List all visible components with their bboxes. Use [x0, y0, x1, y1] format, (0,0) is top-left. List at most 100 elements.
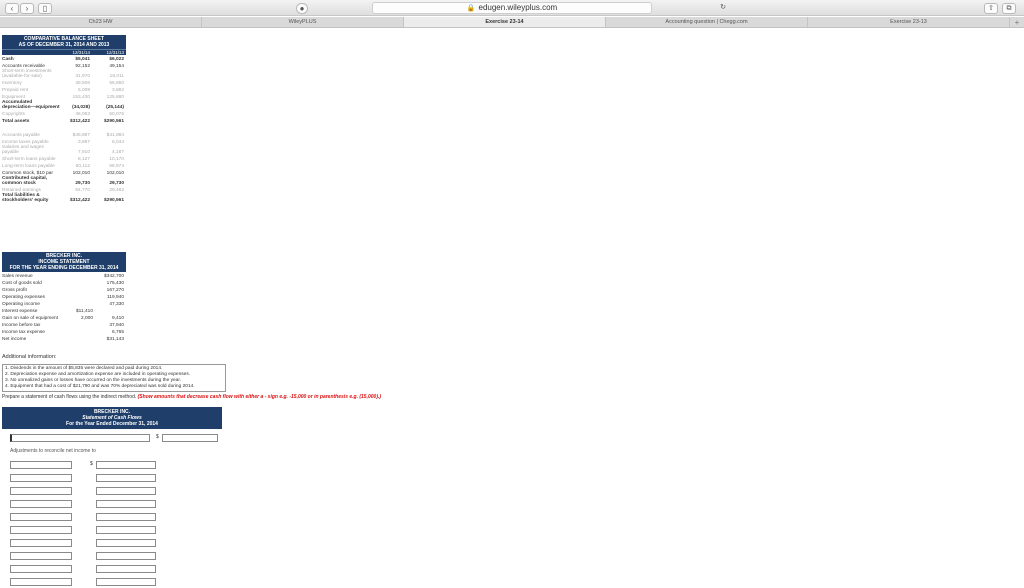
new-tab-button[interactable]: +: [1010, 17, 1024, 27]
cf-line-select[interactable]: [10, 434, 150, 442]
cf-row: [2, 473, 222, 484]
cf-row: [2, 577, 222, 588]
cf-amount-input[interactable]: [96, 565, 156, 573]
cf-amount-input[interactable]: [96, 500, 156, 508]
value-outer: 119,940: [107, 295, 124, 300]
income-statement-header: BRECKER INC. INCOME STATEMENT FOR THE YE…: [2, 252, 126, 272]
row-label: Copyrights: [2, 112, 25, 117]
back-button[interactable]: ‹: [5, 3, 19, 14]
cf-amount-input[interactable]: [96, 578, 156, 586]
value-2013: 125,880: [106, 95, 124, 100]
cf-row: [2, 564, 222, 575]
value-2013: $41,984: [106, 133, 124, 138]
cf-line-select[interactable]: [10, 565, 72, 573]
forward-button[interactable]: ›: [20, 3, 34, 14]
value-2014: 39,506: [75, 81, 90, 86]
row-label: Cost of goods sold: [2, 281, 42, 286]
row-label: Operating expenses: [2, 295, 45, 300]
value-2013: 102,010: [106, 171, 124, 176]
cf-line-select[interactable]: [10, 552, 72, 560]
cf-amount-input[interactable]: [96, 474, 156, 482]
value-2014: 5,009: [77, 88, 90, 93]
row-label: Cash: [2, 57, 14, 62]
row-label: Total assets: [2, 119, 30, 124]
cf-amount-input[interactable]: [96, 552, 156, 560]
value-2014: 46,053: [75, 112, 90, 117]
tab-label: Ch23 HW: [88, 19, 113, 25]
dollar-sign: $: [90, 461, 93, 467]
tabs-overview-icon[interactable]: ⧉: [1002, 3, 1016, 14]
cf-line-select[interactable]: [10, 578, 72, 586]
value-2014: 31,970: [75, 74, 90, 79]
row-label: Contributed capital, common stock: [2, 176, 48, 186]
balance-sheet-row: Common stock, $10 par 102,010 102,010: [2, 169, 126, 176]
address-bar[interactable]: 🔒 edugen.wileyplus.com: [372, 2, 652, 14]
row-label: Salaries and wages payable: [2, 145, 44, 155]
income-statement-row: Cost of goods sold 175,430: [2, 279, 126, 286]
value-2013: $290,561: [103, 198, 124, 203]
cf-line-select[interactable]: [10, 474, 72, 482]
value-2013: (25,144): [106, 105, 124, 110]
cf-amount-input[interactable]: [96, 526, 156, 534]
sidebar-button[interactable]: ▯: [38, 3, 52, 14]
cf-row: [2, 525, 222, 536]
tab-ch23-hw[interactable]: Ch23 HW: [0, 17, 202, 27]
row-label: Long-term loans payable: [2, 164, 55, 169]
value-outer: 167,270: [106, 288, 124, 293]
value-inner: 2,000: [80, 316, 93, 321]
tab-bar: Ch23 HW WileyPLUS Exercise 23-14 Account…: [0, 17, 1024, 28]
cf-line-select[interactable]: [10, 461, 72, 469]
cf-row: $: [2, 431, 222, 445]
value-2013: 10,170: [109, 157, 124, 162]
page-content: COMPARATIVE BALANCE SHEET AS OF DECEMBER…: [0, 29, 1024, 586]
value-2013: 50,076: [109, 112, 124, 117]
tab-chegg[interactable]: Accounting question | Chegg.com: [606, 17, 808, 27]
value-2014: 8,127: [77, 157, 90, 162]
cf-row: [2, 486, 222, 497]
reload-icon[interactable]: ↻: [716, 3, 730, 14]
balance-sheet-table: COMPARATIVE BALANCE SHEET AS OF DECEMBER…: [2, 35, 126, 203]
cf-amount-input[interactable]: [96, 461, 156, 469]
balance-sheet-row: Total assets $312,422 $290,561: [2, 117, 126, 124]
row-label: Interest expense: [2, 309, 38, 314]
balance-sheet-row: Short-term investments (available-for-sa…: [2, 69, 126, 79]
income-statement-rows: Sales revenue $342,700 Cost of goods sold 1…: [2, 272, 126, 342]
cf-line-select[interactable]: [10, 526, 72, 534]
cf-row: [2, 551, 222, 562]
instructions: Prepare a statement of cash flows using …: [2, 394, 381, 400]
balance-sheet-rows: Cash $5,041 $6,022 Accounts receivable 92,15…: [2, 55, 126, 203]
share-icon[interactable]: ⇧: [984, 3, 998, 14]
instructions-text: Prepare a statement of cash flows using …: [2, 394, 137, 400]
cf-amount-input[interactable]: [96, 539, 156, 547]
additional-info-notes: 1. Dividends in the amount of $5,835 wer…: [2, 364, 226, 392]
tab-exercise-23-14[interactable]: Exercise 23-14: [404, 17, 606, 27]
balance-sheet-row: Cash $5,041 $6,022: [2, 55, 126, 62]
cf-amount-input[interactable]: [96, 487, 156, 495]
balance-sheet-row: Total liabilities & stockholders' equity…: [2, 193, 126, 203]
row-label: Total liabilities & stockholders' equity: [2, 193, 49, 203]
balance-sheet-row: Equipment 153,430 125,880: [2, 93, 126, 100]
row-label: Income before tax: [2, 323, 41, 328]
value-2014: 3,867: [77, 140, 90, 145]
tab-wileyplus[interactable]: WileyPLUS: [202, 17, 404, 27]
income-statement-row: Net income $31,143: [2, 335, 126, 342]
cf-line-select[interactable]: [10, 487, 72, 495]
tab-exercise-23-13[interactable]: Exercise 23-13: [808, 17, 1010, 27]
row-label: Income tax expense: [2, 330, 45, 335]
cash-flow-header: BRECKER INC. Statement of Cash Flows For…: [2, 407, 222, 429]
value-outer: 6,765: [111, 330, 124, 335]
privacy-icon[interactable]: ●: [296, 3, 308, 14]
cf-line-select[interactable]: [10, 500, 72, 508]
income-statement-row: Gain on sale of equipment 2,000 9,410: [2, 314, 126, 321]
value-2013: $290,561: [103, 119, 124, 124]
value-outer: $342,700: [103, 274, 124, 279]
cf-row: [2, 512, 222, 523]
row-label: Inventory: [2, 81, 22, 86]
income-statement-row: Sales revenue $342,700: [2, 272, 126, 279]
tab-label: WileyPLUS: [288, 19, 317, 25]
value-2013: 29,730: [109, 181, 124, 186]
cf-line-select[interactable]: [10, 539, 72, 547]
cf-amount-input[interactable]: [96, 513, 156, 521]
cf-line-select[interactable]: [10, 513, 72, 521]
cf-amount-input[interactable]: [162, 434, 218, 442]
